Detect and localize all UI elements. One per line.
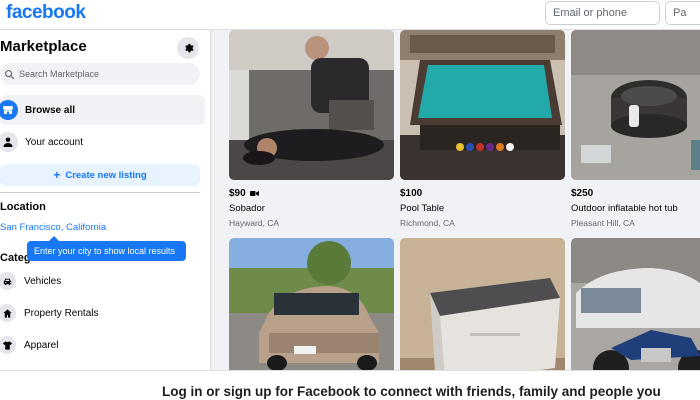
listing-price: $100 (400, 188, 423, 199)
listing-photo[interactable] (400, 30, 565, 180)
plus-icon: + (53, 168, 61, 182)
nav-label: Your account (25, 136, 84, 148)
listing-card[interactable]: $90 Sobador Hayward, CA (229, 30, 394, 228)
listing-title: Sobador (229, 203, 265, 214)
listings-grid: $90 Sobador Hayward, CA $100 Pool Table … (229, 30, 700, 370)
listing-title: Pool Table (400, 203, 445, 214)
person-icon (0, 132, 18, 152)
login-banner: Log in or sign up for Facebook to connec… (0, 370, 700, 400)
create-listing-label: Create new listing (65, 169, 147, 181)
category-label: Apparel (24, 339, 59, 351)
listing-title: Outdoor inflatable hot tub (571, 203, 678, 214)
shirt-icon (0, 336, 16, 354)
listing-photo[interactable] (571, 30, 700, 180)
search-icon (5, 69, 15, 79)
nav-your-account[interactable]: Your account (0, 127, 205, 157)
page-title: Marketplace (0, 38, 87, 55)
password-field[interactable] (665, 1, 700, 25)
login-prompt-text: Log in or sign up for Facebook to connec… (162, 384, 661, 399)
listing-card[interactable] (571, 238, 700, 370)
listing-card[interactable] (229, 238, 394, 370)
listing-location: Richmond, CA (400, 218, 455, 228)
car-icon (0, 272, 16, 290)
listing-card[interactable] (400, 238, 565, 370)
divider (0, 192, 200, 193)
listing-price: $90 (229, 188, 246, 199)
nav-browse-all[interactable]: Browse all (0, 95, 205, 125)
listing-photo[interactable] (571, 238, 700, 370)
video-icon (249, 191, 259, 196)
search-input[interactable] (19, 69, 189, 79)
location-tooltip: Enter your city to show local results (27, 236, 186, 261)
facebook-logo[interactable]: facebook (6, 2, 86, 24)
listing-photo[interactable] (229, 30, 394, 180)
marketplace-sidebar: Marketplace Browse all Your account + Cr… (0, 30, 210, 370)
category-label: Vehicles (24, 275, 62, 287)
location-heading: Location (0, 201, 46, 213)
house-icon (0, 304, 16, 322)
category-label: Property Rentals (24, 307, 99, 319)
storefront-icon (0, 100, 18, 120)
category-property-rentals[interactable]: Property Rentals (0, 299, 205, 327)
listing-location: Hayward, CA (229, 218, 280, 228)
search-bar[interactable] (0, 63, 200, 85)
top-header: facebook (0, 0, 700, 30)
settings-button[interactable] (177, 37, 199, 59)
listing-photo[interactable] (400, 238, 565, 370)
listing-location: Pleasant Hill, CA (571, 218, 635, 228)
listing-card[interactable]: $100 Pool Table Richmond, CA (400, 30, 565, 228)
listing-photo[interactable] (229, 238, 394, 370)
email-field[interactable] (545, 1, 660, 25)
listing-price: $250 (571, 188, 594, 199)
listing-card[interactable]: $250 Outdoor inflatable hot tub Pleasant… (571, 30, 700, 228)
location-link[interactable]: San Francisco, California (0, 222, 106, 233)
create-listing-button[interactable]: + Create new listing (0, 164, 200, 186)
category-apparel[interactable]: Apparel (0, 331, 205, 359)
nav-label: Browse all (25, 104, 76, 116)
category-vehicles[interactable]: Vehicles (0, 267, 205, 295)
gear-icon (184, 43, 194, 52)
